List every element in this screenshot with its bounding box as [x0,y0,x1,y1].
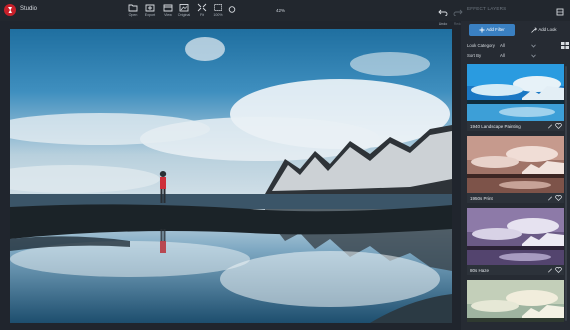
add-look-tab[interactable]: Add Look [524,24,564,36]
grid-icon[interactable] [561,42,569,49]
panel-title: EFFECT LAYERS [467,6,507,11]
view-icon [163,4,173,12]
look-caption: 1940 Landscape Painting [467,121,564,131]
look-category-select[interactable]: All [500,43,505,48]
chevron-down-icon[interactable] [531,54,536,58]
image-canvas[interactable] [10,29,452,323]
top-toolbar: Studio Open Export View Original Fit 100… [0,0,570,30]
looks-scrollbar[interactable] [565,66,567,321]
undo-button[interactable]: Undo [436,3,450,26]
look-category-label: Look Category [467,43,495,48]
look-caption: 80s Haze [467,265,564,275]
look-card[interactable]: 1950s Print [467,136,564,203]
add-look-label: Add Look [538,27,557,32]
compare-icon [228,6,236,13]
pen-icon[interactable] [547,267,553,273]
pen-icon[interactable] [547,195,553,201]
sort-by-label: Sort By [467,53,482,58]
look-label: 1940 Landscape Painting [470,124,521,129]
wand-icon [531,27,538,33]
look-label: 80s Haze [470,268,490,273]
export-button[interactable]: Export [140,3,160,19]
original-button[interactable]: Original [174,3,194,19]
look-thumbnail [467,280,564,322]
export-label: Export [144,13,156,17]
heart-icon[interactable] [555,267,562,273]
add-filter-label: Add Filter [486,27,505,32]
original-label: Original [177,13,191,17]
fit-icon [197,3,207,12]
tools-icon [556,8,564,16]
export-icon [145,4,155,12]
look-label: 1950s Print [470,196,493,201]
look-thumbnail [467,208,564,265]
undo-icon [438,9,448,17]
look-card[interactable]: 1940 Landscape Painting [467,64,564,131]
compare-button[interactable] [222,5,242,21]
add-filter-tab[interactable]: Add Filter [469,24,515,36]
look-caption: 1950s Print [467,193,564,203]
chevron-down-icon[interactable] [531,44,536,48]
heart-icon[interactable] [555,195,562,201]
heart-icon[interactable] [555,123,562,129]
open-icon [128,4,138,12]
undo-label: Undo [438,22,448,26]
logo-icon [4,4,16,16]
original-icon [179,4,189,12]
app-title: Studio [20,6,38,12]
look-card[interactable]: 80s Haze [467,208,564,275]
look-card[interactable] [467,280,564,322]
redo-icon [453,9,463,17]
sort-by-select[interactable]: All [500,53,505,58]
pen-icon[interactable] [547,123,553,129]
look-thumbnail [467,64,564,121]
plus-icon [479,27,485,33]
zoom-level[interactable]: 42% [276,8,285,13]
landscape-photo [10,29,452,323]
look-thumbnail [467,136,564,193]
